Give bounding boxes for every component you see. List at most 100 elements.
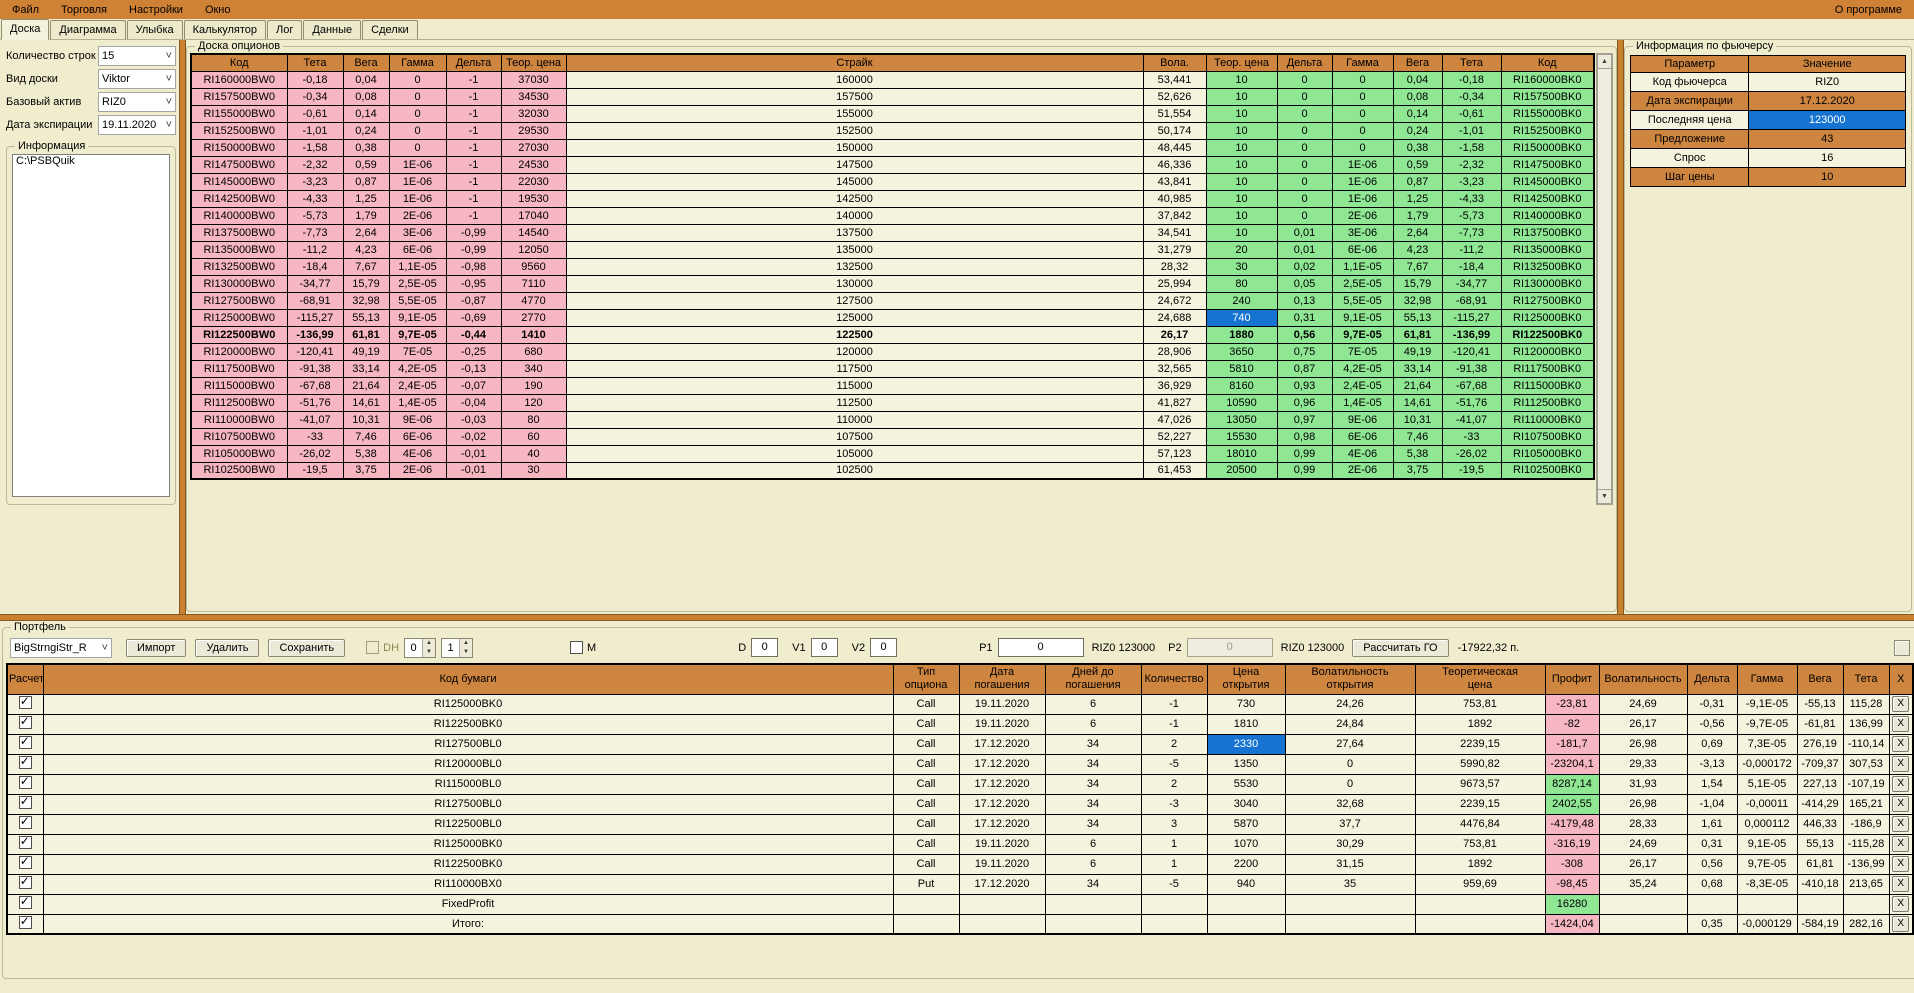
options-cell[interactable]: RI110000BW0 <box>190 410 288 429</box>
portfolio-cell[interactable]: 5990,82 <box>1414 753 1546 775</box>
options-cell[interactable]: 9,1E-05 <box>388 308 447 327</box>
options-cell[interactable]: 57,123 <box>1142 444 1207 463</box>
portfolio-cell[interactable]: 2402,55 <box>1544 793 1600 815</box>
portfolio-cell[interactable] <box>1414 913 1546 935</box>
portfolio-cell[interactable]: 17.12.2020 <box>958 753 1046 775</box>
delete-row-button[interactable]: X <box>1892 716 1910 732</box>
options-cell[interactable]: 740 <box>1205 308 1278 327</box>
options-cell[interactable]: 0 <box>1276 189 1333 208</box>
options-cell[interactable]: 55,13 <box>342 308 390 327</box>
options-cell[interactable]: 10 <box>1205 189 1278 208</box>
options-cell[interactable]: RI130000BK0 <box>1500 274 1595 293</box>
portfolio-cell[interactable]: -181,7 <box>1544 733 1600 755</box>
portfolio-cell[interactable]: 3040 <box>1206 793 1286 815</box>
options-cell[interactable]: 0,05 <box>1276 274 1333 293</box>
options-cell[interactable]: RI102500BW0 <box>190 461 288 480</box>
delete-button[interactable]: Удалить <box>195 638 260 657</box>
portfolio-cell[interactable]: 9673,57 <box>1414 773 1546 795</box>
options-cell[interactable]: 140000 <box>565 206 1144 225</box>
options-cell[interactable]: -120,41 <box>286 342 344 361</box>
options-cell[interactable]: 10,31 <box>1392 410 1443 429</box>
portfolio-cell[interactable]: 115,28 <box>1842 693 1890 715</box>
portfolio-cell[interactable]: 730 <box>1206 693 1286 715</box>
portfolio-cell[interactable]: 17.12.2020 <box>958 793 1046 815</box>
options-cell[interactable]: 0 <box>1276 104 1333 123</box>
portfolio-cell[interactable]: -3 <box>1140 793 1208 815</box>
portfolio-cell[interactable]: 753,81 <box>1414 833 1546 855</box>
options-cell[interactable]: 7E-05 <box>388 342 447 361</box>
options-cell[interactable]: 0,08 <box>1392 87 1443 106</box>
options-cell[interactable]: 3,75 <box>342 461 390 480</box>
options-cell[interactable]: 34,541 <box>1142 223 1207 242</box>
options-cell[interactable]: 2E-06 <box>388 206 447 225</box>
options-cell[interactable]: 1,25 <box>342 189 390 208</box>
options-cell[interactable]: 46,336 <box>1142 155 1207 174</box>
portfolio-cell[interactable]: -4179,48 <box>1544 813 1600 835</box>
portfolio-cell[interactable]: -0,000172 <box>1736 753 1798 775</box>
portfolio-cell[interactable]: -136,99 <box>1842 853 1890 875</box>
options-cell[interactable]: RI132500BW0 <box>190 257 288 276</box>
options-cell[interactable]: 0,04 <box>1392 70 1443 89</box>
options-cell[interactable]: RI140000BK0 <box>1500 206 1595 225</box>
options-cell[interactable]: 107500 <box>565 427 1144 446</box>
options-cell[interactable]: 0,04 <box>342 70 390 89</box>
portfolio-cell[interactable]: -0,56 <box>1686 713 1738 735</box>
portfolio-cell[interactable]: -110,14 <box>1842 733 1890 755</box>
options-cell[interactable]: 51,554 <box>1142 104 1207 123</box>
options-cell[interactable]: 10 <box>1205 155 1278 174</box>
portfolio-cell[interactable] <box>1598 893 1688 915</box>
portfolio-cell[interactable]: -584,19 <box>1796 913 1844 935</box>
options-cell[interactable]: 24530 <box>500 155 567 174</box>
options-cell[interactable]: 0 <box>388 121 447 140</box>
options-cell[interactable]: 102500 <box>565 461 1144 480</box>
scroll-up-icon[interactable] <box>1597 54 1612 69</box>
options-cell[interactable]: 36,929 <box>1142 376 1207 395</box>
portfolio-cell[interactable]: -23,81 <box>1544 693 1600 715</box>
options-cell[interactable]: 115000 <box>565 376 1144 395</box>
options-cell[interactable]: 15530 <box>1205 427 1278 446</box>
options-cell[interactable]: RI115000BW0 <box>190 376 288 395</box>
options-cell[interactable]: 24,688 <box>1142 308 1207 327</box>
portfolio-cell[interactable]: 24,84 <box>1284 713 1416 735</box>
portfolio-cell[interactable]: 5870 <box>1206 813 1286 835</box>
options-cell[interactable]: -91,38 <box>286 359 344 378</box>
portfolio-cell[interactable] <box>1284 893 1416 915</box>
options-cell[interactable]: 5,5E-05 <box>1331 291 1394 310</box>
options-cell[interactable]: 4,23 <box>1392 240 1443 259</box>
options-cell[interactable]: -0,01 <box>445 461 502 480</box>
options-cell[interactable]: 0,96 <box>1276 393 1333 412</box>
options-cell[interactable]: -115,27 <box>286 308 344 327</box>
options-cell[interactable]: 55,13 <box>1392 308 1443 327</box>
options-cell[interactable]: -34,77 <box>286 274 344 293</box>
portfolio-cell[interactable]: -9,7E-05 <box>1736 713 1798 735</box>
options-cell[interactable]: RI160000BK0 <box>1500 70 1595 89</box>
delete-row-button[interactable]: X <box>1892 856 1910 872</box>
tab[interactable]: Улыбка <box>126 20 183 39</box>
options-cell[interactable]: 28,906 <box>1142 342 1207 361</box>
options-cell[interactable]: 10 <box>1205 104 1278 123</box>
dh-checkbox[interactable] <box>366 641 380 654</box>
options-cell[interactable]: 122500 <box>565 325 1144 344</box>
portfolio-cell[interactable] <box>1842 893 1890 915</box>
options-cell[interactable]: 0,75 <box>1276 342 1333 361</box>
portfolio-cell[interactable]: -186,9 <box>1842 813 1890 835</box>
m-checkbox[interactable] <box>570 641 584 654</box>
options-cell[interactable]: 7,46 <box>1392 427 1443 446</box>
options-cell[interactable]: -34,77 <box>1441 274 1502 293</box>
checkbox-checked-icon[interactable] <box>18 735 32 749</box>
portfolio-cell[interactable]: RI122500BK0 <box>42 713 894 735</box>
menu-item[interactable]: Торговля <box>53 2 121 18</box>
portfolio-cell[interactable]: -107,19 <box>1842 773 1890 795</box>
options-cell[interactable]: 37030 <box>500 70 567 89</box>
options-cell[interactable]: -136,99 <box>1441 325 1502 344</box>
options-cell[interactable]: RI155000BW0 <box>190 104 288 123</box>
portfolio-cell[interactable]: 213,65 <box>1842 873 1890 895</box>
options-cell[interactable]: 5,5E-05 <box>388 291 447 310</box>
portfolio-cell[interactable] <box>1284 913 1416 935</box>
options-cell[interactable]: 0,13 <box>1276 291 1333 310</box>
portfolio-cell[interactable]: 2330 <box>1206 733 1286 755</box>
portfolio-cell[interactable] <box>1044 893 1142 915</box>
options-cell[interactable]: 1,25 <box>1392 189 1443 208</box>
options-cell[interactable]: 28,32 <box>1142 257 1207 276</box>
portfolio-cell[interactable]: 2200 <box>1206 853 1286 875</box>
